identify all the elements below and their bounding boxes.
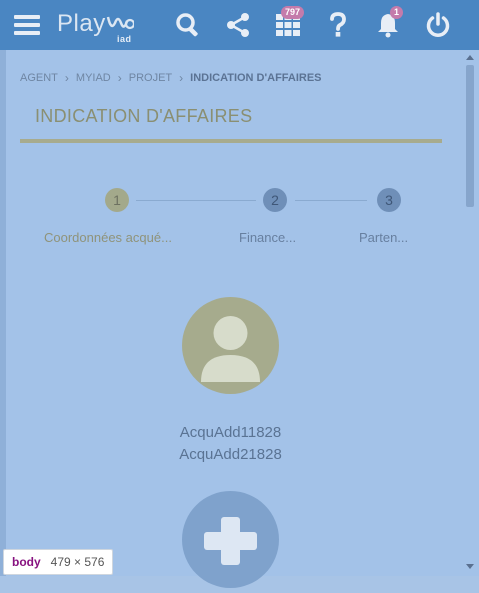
chevron-right-icon: ›: [117, 71, 122, 85]
vertical-scrollbar[interactable]: [461, 50, 479, 576]
devtools-element-tooltip: body 479 × 576: [3, 549, 114, 575]
logo-text: Play: [57, 10, 106, 37]
breadcrumb-item-agent[interactable]: AGENT: [20, 72, 58, 84]
add-contact-button[interactable]: [182, 491, 279, 588]
power-icon[interactable]: [424, 0, 452, 50]
breadcrumb: AGENT › MYIAD › PROJET › INDICATION D'AF…: [20, 71, 322, 85]
chevron-right-icon: ›: [64, 71, 69, 85]
notifications-badge: 1: [390, 6, 404, 19]
chevron-right-icon: ›: [179, 71, 184, 85]
breadcrumb-item-projet[interactable]: PROJET: [129, 72, 172, 84]
scroll-up-arrow-icon[interactable]: [466, 55, 474, 60]
devtools-tag: body: [12, 555, 41, 569]
tasks-badge: 797: [281, 6, 305, 19]
contact-name-2: AcquAdd21828: [179, 446, 282, 463]
top-bar: Play iad 797 1: [0, 0, 479, 50]
scroll-down-arrow-icon[interactable]: [466, 564, 474, 569]
avatar[interactable]: [182, 297, 279, 394]
logo-sub: iad: [117, 34, 132, 44]
user-icon: [201, 316, 260, 382]
step-3-label[interactable]: Parten...: [359, 230, 408, 245]
step-1-circle[interactable]: 1: [105, 188, 129, 212]
title-divider: [20, 139, 442, 143]
help-icon[interactable]: [326, 0, 350, 50]
contact-name-1: AcquAdd11828: [179, 424, 282, 441]
scrollbar-thumb[interactable]: [466, 65, 474, 207]
page-title: INDICATION D'AFFAIRES: [35, 106, 253, 126]
search-icon[interactable]: [174, 0, 202, 50]
plus-icon: [204, 517, 257, 565]
app-logo[interactable]: Play iad: [57, 10, 135, 44]
breadcrumb-item-current: INDICATION D'AFFAIRES: [190, 72, 322, 84]
devtools-dimensions: 479 × 576: [50, 555, 105, 569]
breadcrumb-item-myiad[interactable]: MYIAD: [76, 72, 111, 84]
step-connector: [295, 200, 367, 201]
share-icon[interactable]: [224, 0, 252, 50]
step-2-label[interactable]: Finance...: [239, 230, 296, 245]
step-connector: [136, 200, 256, 201]
step-1-label[interactable]: Coordonnées acqué...: [44, 230, 172, 245]
menu-icon[interactable]: [12, 0, 42, 50]
step-2-circle[interactable]: 2: [263, 188, 287, 212]
step-3-circle[interactable]: 3: [377, 188, 401, 212]
